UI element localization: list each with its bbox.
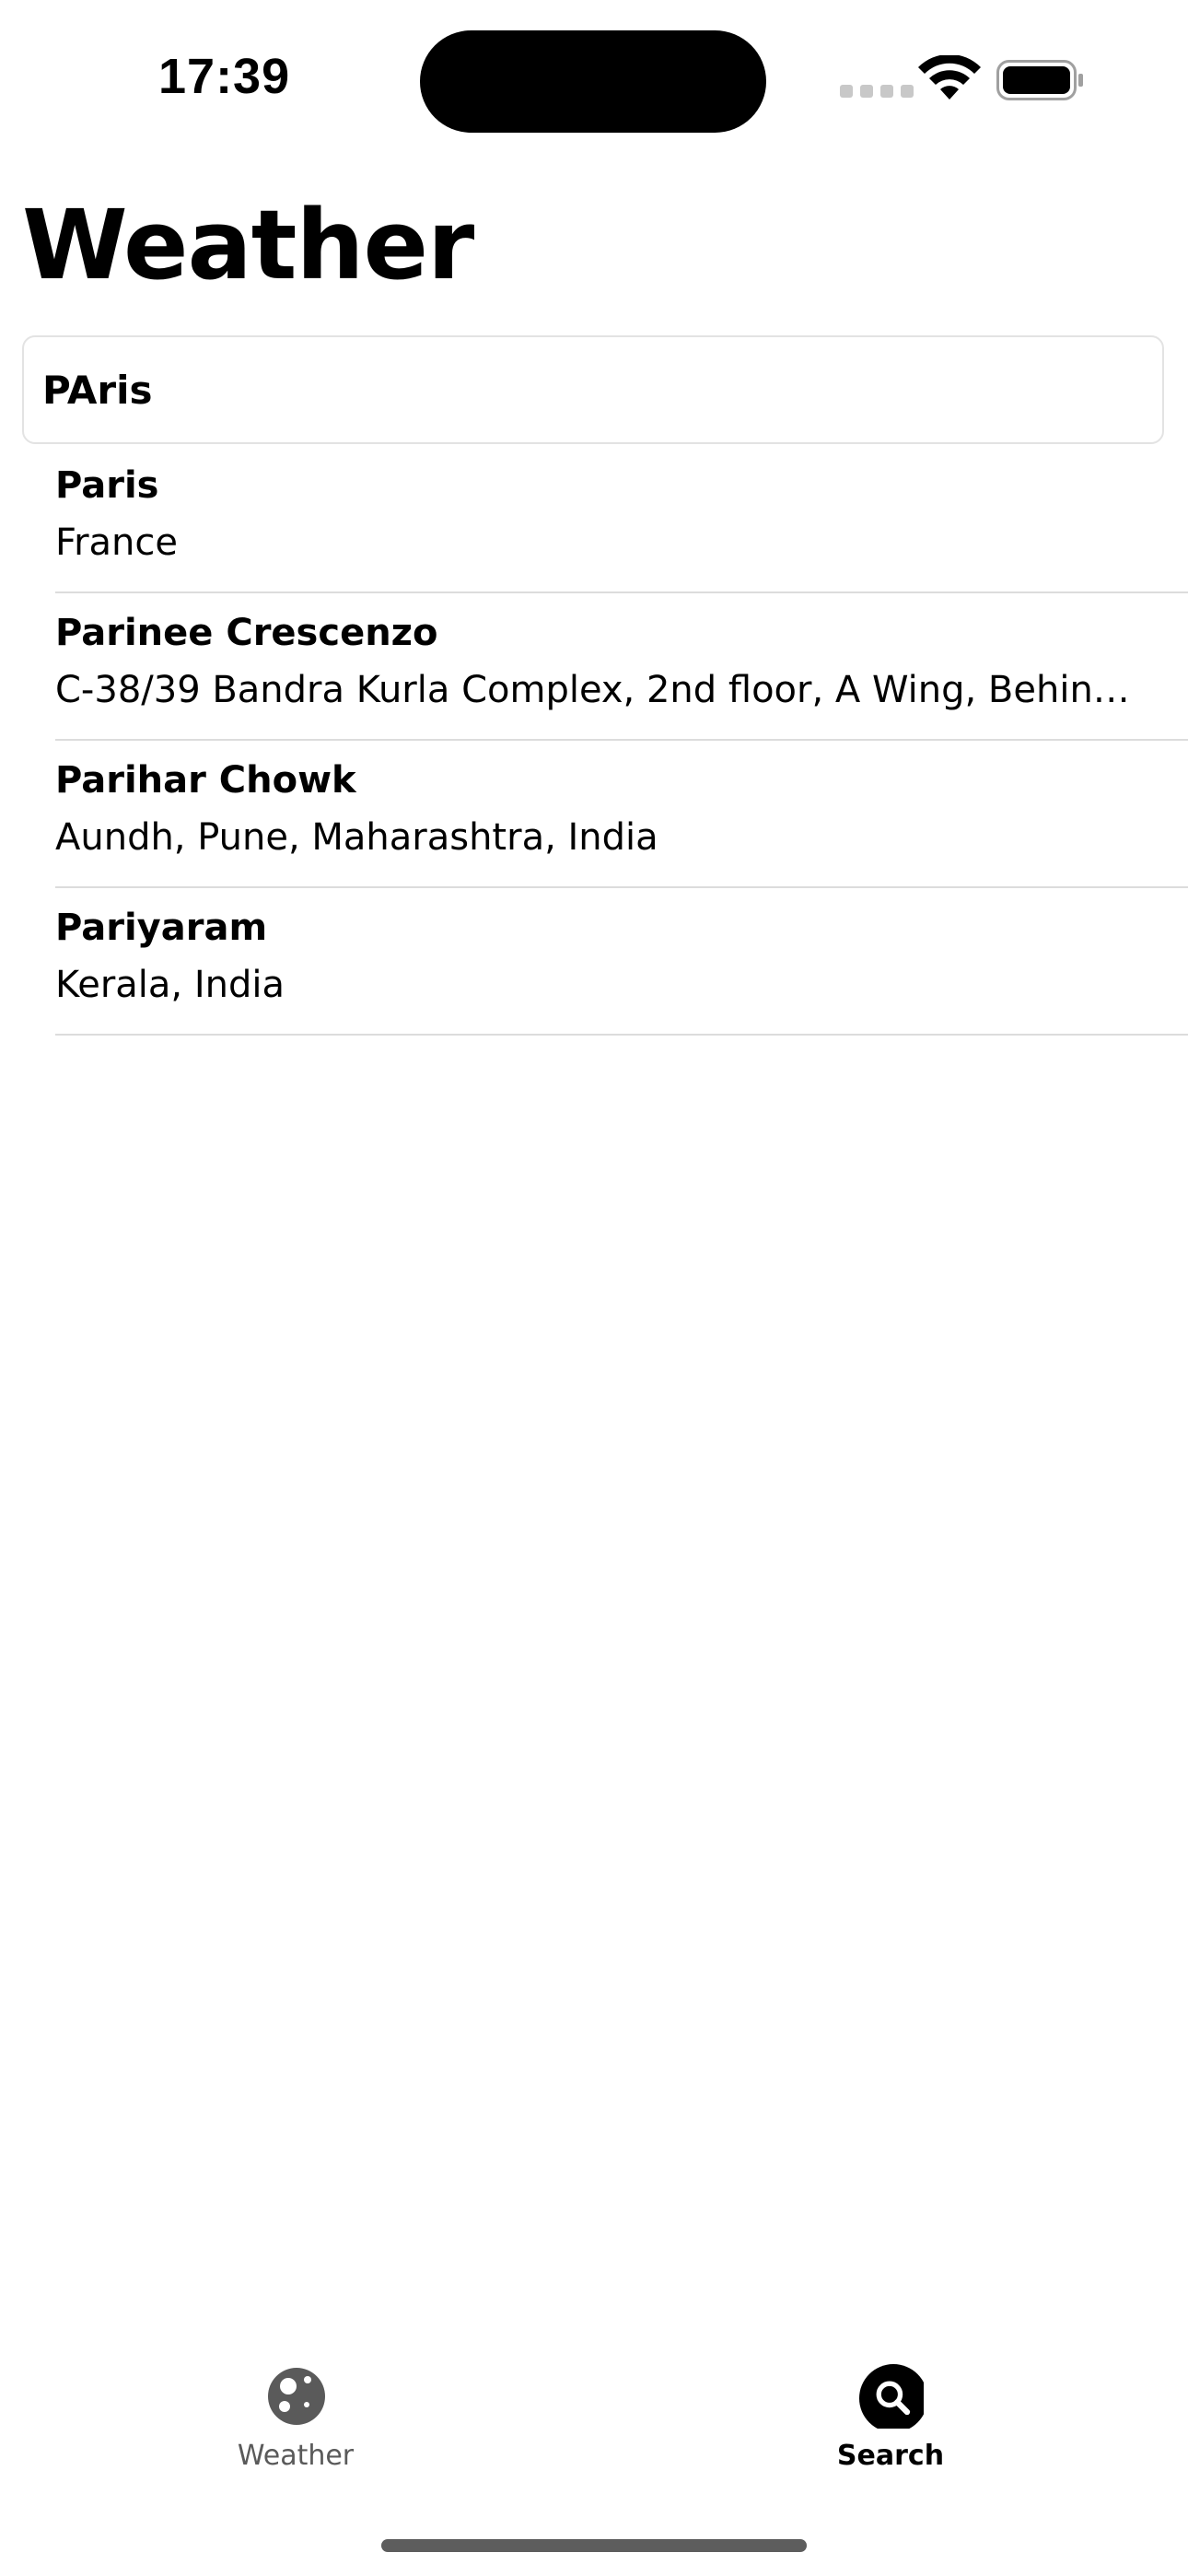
home-indicator[interactable] [381, 2539, 807, 2552]
wifi-icon [918, 55, 981, 100]
result-detail: Kerala, India [55, 964, 285, 1006]
cellular-signal-icon [840, 85, 914, 98]
result-name: Pariyaram [55, 907, 268, 949]
search-input[interactable] [42, 337, 1129, 442]
battery-icon [996, 60, 1083, 100]
list-item[interactable]: Pariyaram Kerala, India [55, 888, 1188, 1036]
status-time: 17:39 [158, 49, 291, 104]
result-detail: France [55, 521, 179, 564]
tab-weather[interactable]: Weather [157, 2340, 434, 2497]
list-item[interactable]: Parinee Crescenzo C-38/39 Bandra Kurla C… [55, 593, 1188, 741]
tab-search-label: Search [836, 2440, 945, 2472]
result-name: Paris [55, 464, 159, 507]
dynamic-island [420, 30, 766, 133]
list-item[interactable]: Parihar Chowk Aundh, Pune, Maharashtra, … [55, 741, 1188, 888]
result-name: Parinee Crescenzo [55, 612, 438, 654]
result-detail: C-38/39 Bandra Kurla Complex, 2nd floor,… [55, 669, 1133, 711]
search-field[interactable] [22, 335, 1164, 444]
search-results-list: Paris France Parinee Crescenzo C-38/39 B… [55, 446, 1188, 1036]
status-bar: 17:39 [0, 0, 1188, 157]
list-item[interactable]: Paris France [55, 446, 1188, 593]
tab-weather-label: Weather [237, 2440, 355, 2472]
weather-globe-icon [268, 2368, 325, 2425]
page-title: Weather [22, 189, 474, 301]
result-name: Parihar Chowk [55, 759, 356, 802]
result-detail: Aundh, Pune, Maharashtra, India [55, 816, 658, 859]
search-icon [859, 2364, 924, 2429]
tab-bar: Weather Search [0, 2340, 1188, 2497]
tab-search[interactable]: Search [752, 2340, 1029, 2497]
